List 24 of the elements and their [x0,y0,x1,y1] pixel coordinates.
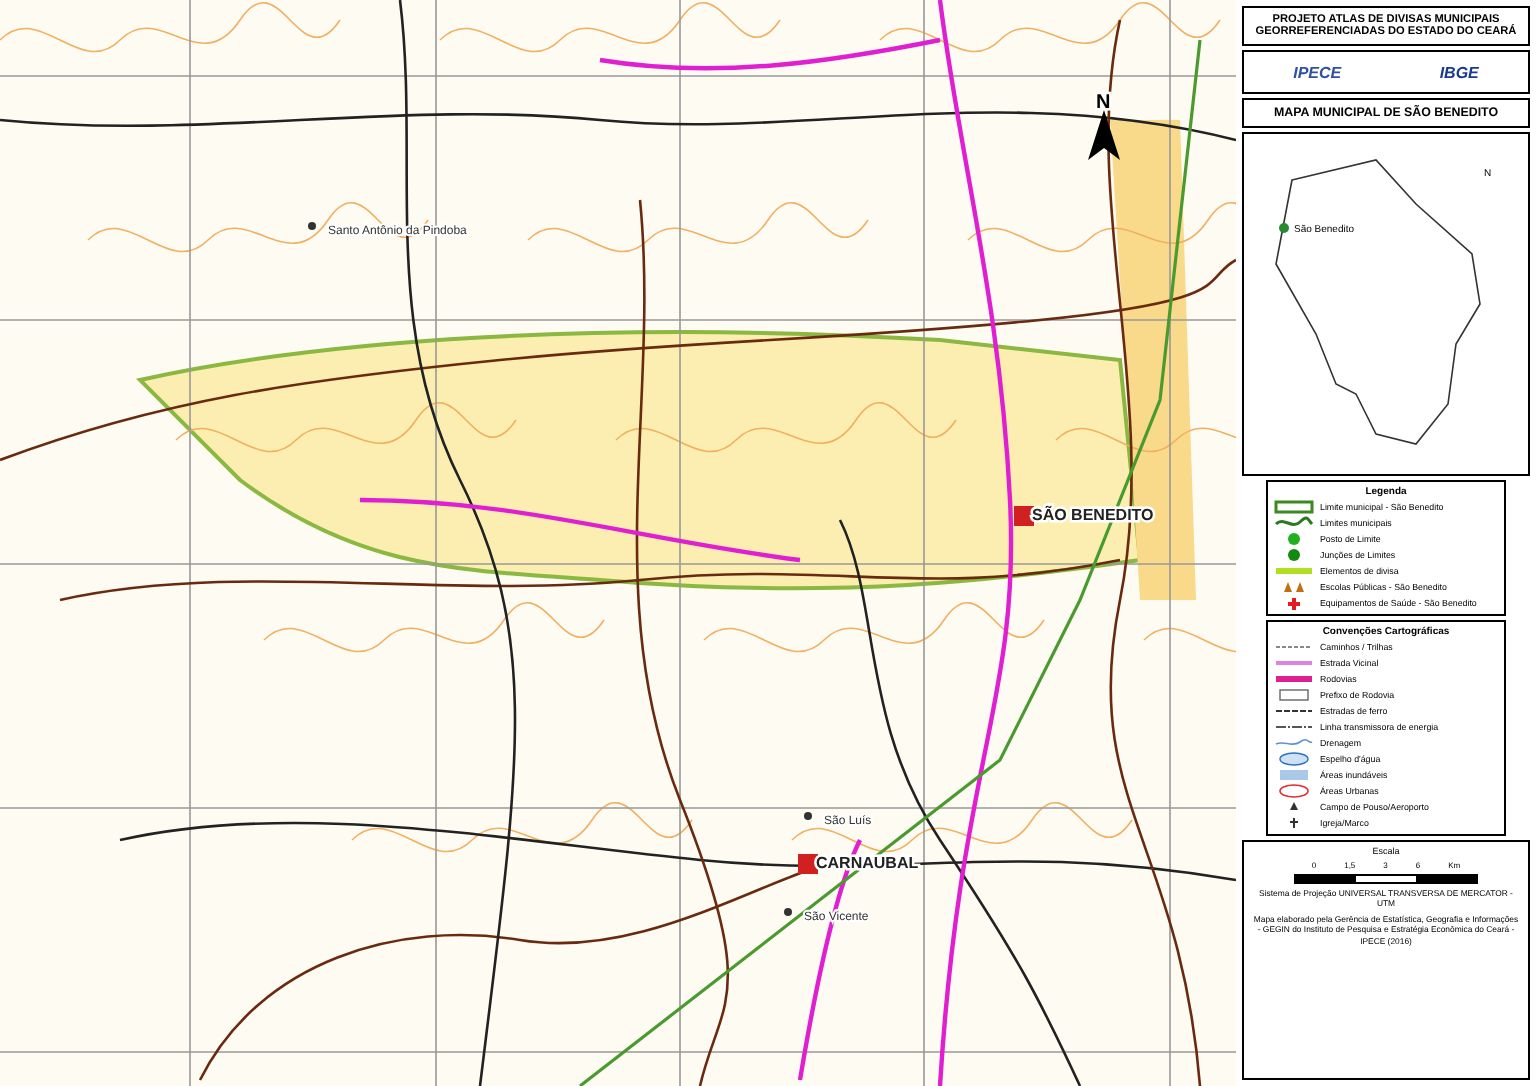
legend-main-boundary-icon [1274,500,1314,514]
convention-flood-icon [1274,768,1314,782]
convention-drainage-icon [1274,736,1314,750]
village-marker-icon [804,812,812,820]
convention-trail-icon [1274,640,1314,654]
convention-water-icon [1274,752,1314,766]
village-marker-icon [308,222,316,230]
convention-rail-icon [1274,704,1314,718]
convention-church-icon [1288,816,1300,830]
convention-airfield-icon [1288,800,1300,814]
town-marker-icon [798,854,818,874]
convention-prefix-icon [1274,688,1314,702]
logo-text: IBGE [1439,63,1479,81]
legend-divisa-icon [1274,564,1314,578]
convention-vicinal-icon [1274,656,1314,670]
legend-boundary-icon [1274,516,1314,530]
town-marker-icon [1014,506,1034,526]
convention-power-icon [1274,720,1314,734]
north-arrow-icon [1088,110,1120,160]
convention-urban-icon [1274,784,1314,798]
location-marker-icon [1279,223,1289,233]
logo-text: IPECE [1293,63,1342,81]
village-marker-icon [784,908,792,916]
convention-highway-icon [1274,672,1314,686]
